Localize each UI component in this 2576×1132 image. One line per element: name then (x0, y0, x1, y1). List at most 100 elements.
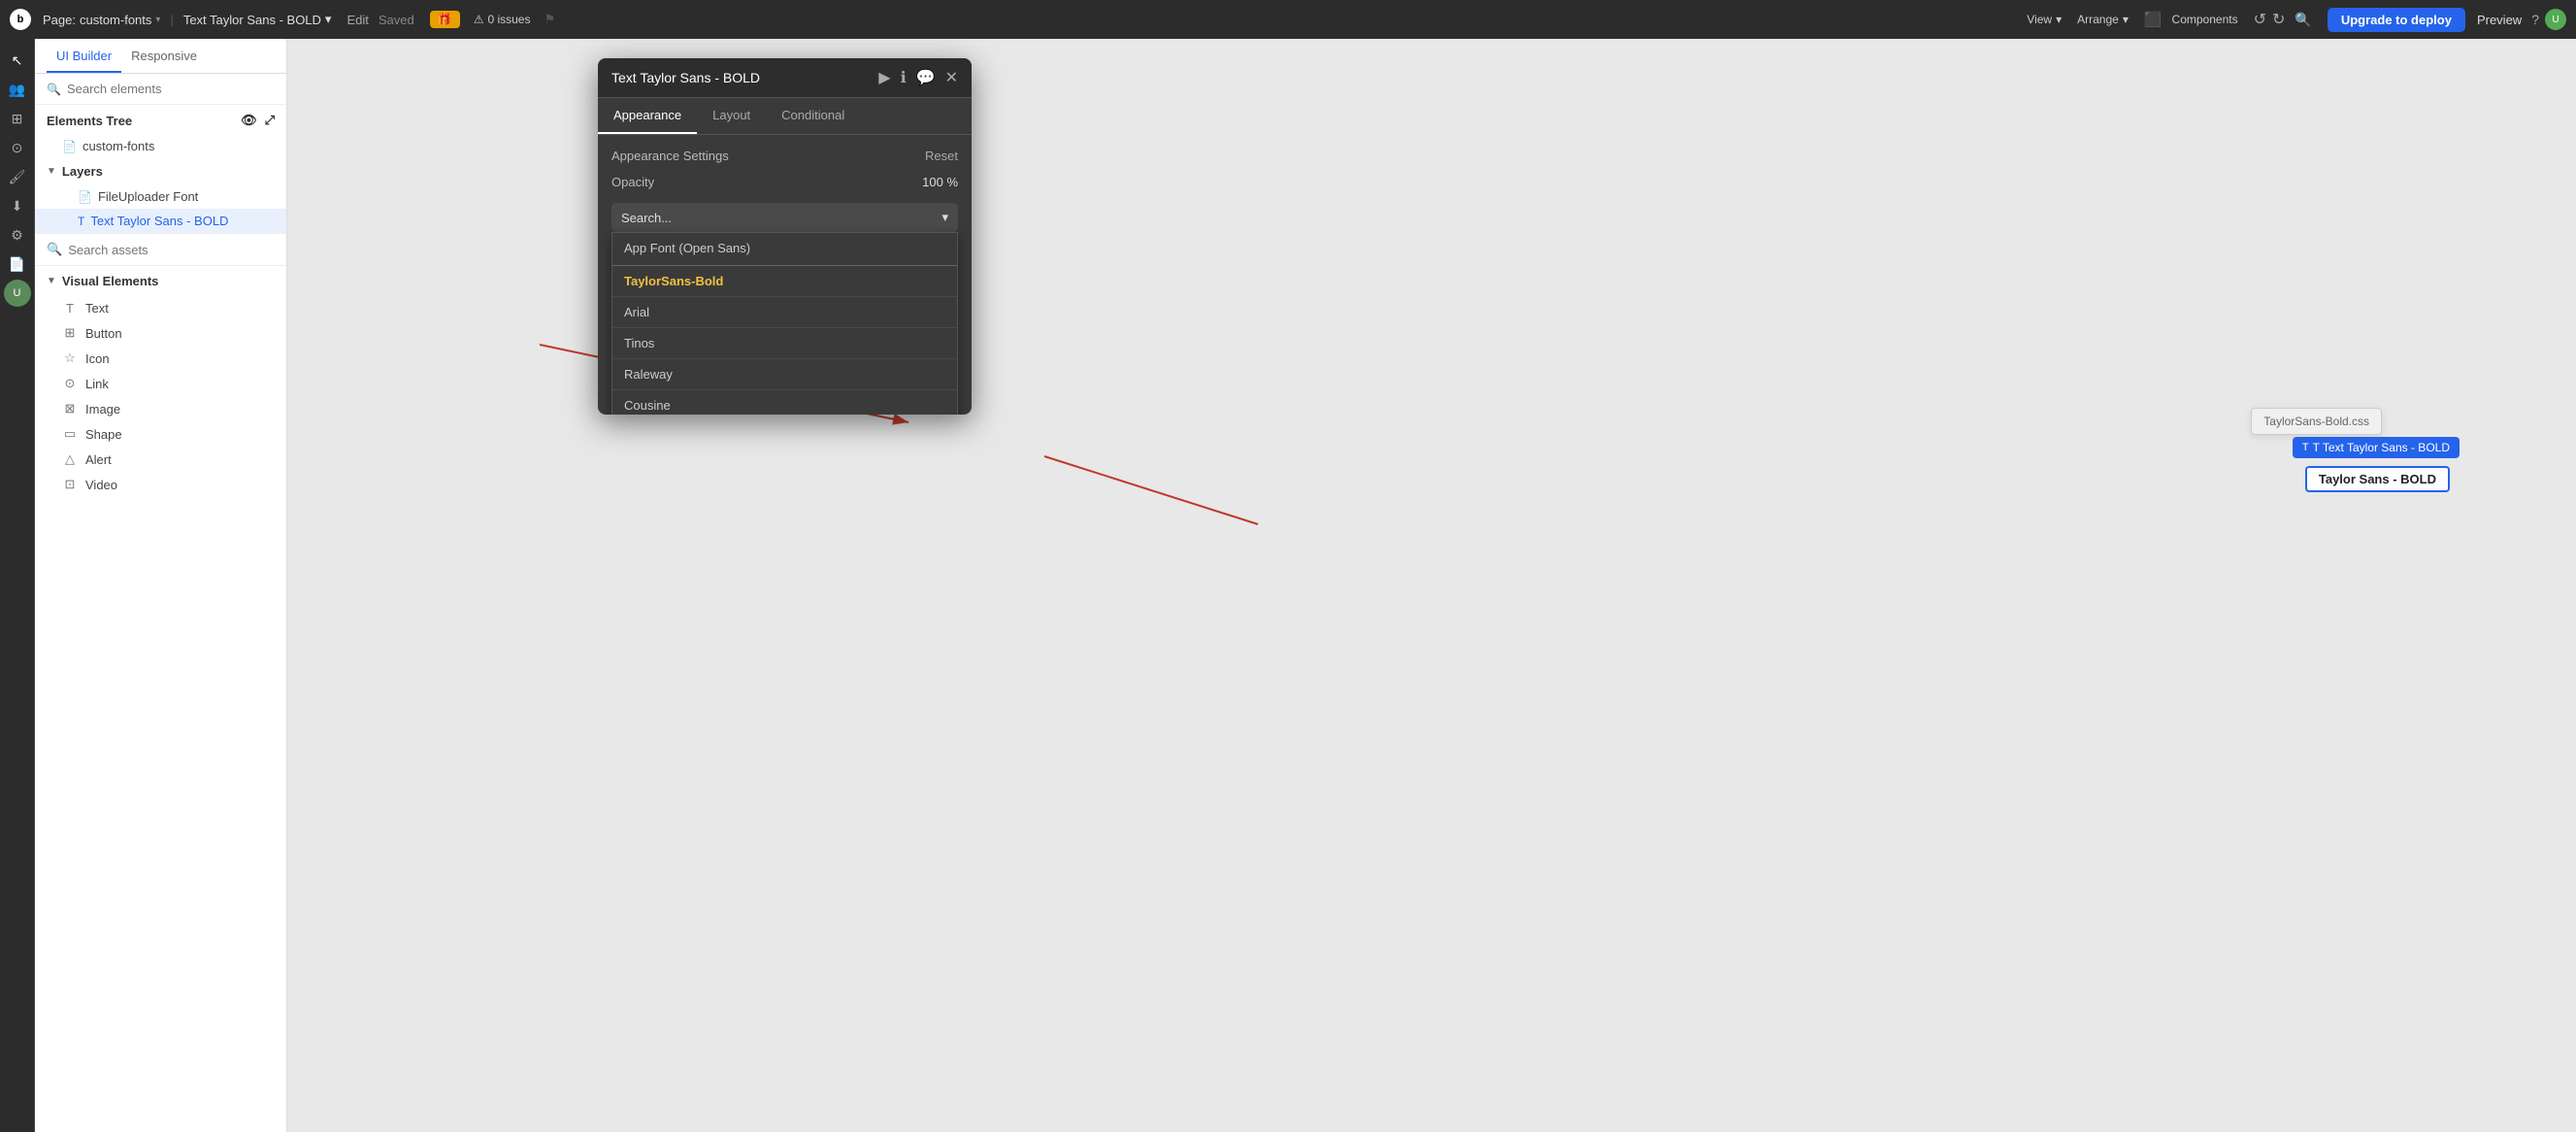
element-item-text[interactable]: TText (35, 296, 286, 320)
canvas-element-type-icon: T (2302, 442, 2309, 453)
expand-icon[interactable]: ⤢ (265, 113, 275, 128)
canvas: Text Taylor Sans - BOLD ▶ ℹ 💬 ✕ Appearan… (287, 39, 2576, 1132)
tab-ui-builder[interactable]: UI Builder (47, 39, 121, 73)
view-menu[interactable]: View ▾ (2027, 13, 2062, 26)
close-icon[interactable]: ✕ (945, 68, 958, 87)
element-item-icon[interactable]: ☆Icon (35, 346, 286, 371)
page-selector[interactable]: Page: custom-fonts ▾ (43, 13, 160, 27)
font-selector: Search... ▾ App Font (Open Sans)TaylorSa… (611, 203, 958, 232)
elements-tree-header: Elements Tree 👁 ⤢ (35, 105, 286, 134)
sidebar-item-docs[interactable]: 📄 (4, 250, 31, 278)
element-item-link[interactable]: ⊙Link (35, 371, 286, 396)
upgrade-button[interactable]: Upgrade to deploy (2328, 8, 2465, 32)
element-item-alert[interactable]: △Alert (35, 447, 286, 472)
app-logo[interactable]: b (10, 9, 31, 30)
canvas-element-badge[interactable]: T T Text Taylor Sans - BOLD (2293, 437, 2460, 458)
elements-tree-label: Elements Tree (47, 114, 132, 128)
link-icon: ⊙ (62, 376, 78, 391)
file-icon: 📄 (62, 140, 77, 153)
reset-button[interactable]: Reset (925, 149, 958, 163)
tree-file-label: custom-fonts (83, 139, 275, 153)
font-option-0[interactable]: App Font (Open Sans) (612, 233, 957, 266)
tree-item-text-element[interactable]: T Text Taylor Sans - BOLD (35, 209, 286, 233)
text-icon: T (62, 301, 78, 316)
sidebar-item-layers[interactable]: ⊞ (4, 105, 31, 132)
tab-responsive[interactable]: Responsive (121, 39, 207, 73)
info-icon[interactable]: ℹ (901, 68, 907, 87)
undo-button[interactable]: ↺ (2254, 10, 2266, 29)
sidebar-item-avatar[interactable]: U (4, 280, 31, 307)
tree-item-file[interactable]: 📄 custom-fonts (35, 134, 286, 158)
issues-button[interactable]: ⚠ 0 issues (474, 13, 531, 26)
gift-icon: 🎁 (438, 13, 452, 26)
font-selector-dropdown: App Font (Open Sans)TaylorSans-BoldArial… (611, 232, 958, 415)
search-button[interactable]: 🔍 (2295, 12, 2311, 28)
gift-button[interactable]: 🎁 (430, 11, 460, 28)
help-button[interactable]: ? (2531, 12, 2539, 27)
font-option-2[interactable]: Arial (612, 297, 957, 328)
appearance-settings-label: Appearance Settings (611, 149, 729, 163)
opacity-value: 100 % (922, 175, 958, 189)
element-item-image[interactable]: ⊠Image (35, 396, 286, 421)
layers-header[interactable]: ▼ Layers (35, 158, 286, 184)
font-option-1[interactable]: TaylorSans-Bold (612, 266, 957, 297)
arrange-label: Arrange (2077, 13, 2119, 26)
layers-arrow-icon: ▼ (47, 166, 56, 177)
left-panel: UI Builder Responsive 🔍 Elements Tree 👁 … (35, 39, 287, 1132)
visual-elements-header[interactable]: ▼ Visual Elements (35, 266, 286, 296)
arrange-menu[interactable]: Arrange ▾ (2077, 13, 2129, 26)
issues-count: 0 issues (487, 13, 530, 26)
tab-appearance[interactable]: Appearance (598, 98, 697, 134)
font-option-4[interactable]: Raleway (612, 359, 957, 390)
modal-header-icons: ▶ ℹ 💬 ✕ (878, 68, 958, 87)
redo-button[interactable]: ↻ (2272, 10, 2285, 29)
components-button[interactable]: Components (2172, 13, 2238, 26)
sidebar-item-brush[interactable]: 🖌 (4, 163, 31, 190)
appearance-settings-row: Appearance Settings Reset (611, 149, 958, 163)
edit-label[interactable]: Edit (347, 13, 368, 27)
search-assets-input[interactable] (68, 243, 275, 257)
eye-icon[interactable]: 👁 (241, 113, 257, 128)
comment-icon[interactable]: 💬 (916, 68, 936, 87)
layers-label: Layers (62, 164, 103, 179)
search-elements-input[interactable] (67, 82, 275, 96)
visual-elements-arrow-icon: ▼ (47, 276, 56, 286)
preview-button[interactable]: Preview (2477, 13, 2522, 27)
font-selector-trigger[interactable]: Search... ▾ (611, 203, 958, 232)
cube-icon: ⬛ (2144, 11, 2163, 28)
element-chevron-icon: ▾ (325, 12, 332, 27)
tab-conditional[interactable]: Conditional (766, 98, 860, 134)
opacity-row: Opacity 100 % (611, 175, 958, 189)
image-icon: ⊠ (62, 401, 78, 416)
alert-icon: △ (62, 451, 78, 467)
font-option-3[interactable]: Tinos (612, 328, 957, 359)
modal-tabs: Appearance Layout Conditional (598, 98, 972, 135)
canvas-file-tooltip-text: TaylorSans-Bold.css (2263, 415, 2369, 428)
modal-body: Appearance Settings Reset Opacity 100 % … (598, 135, 972, 415)
warning-icon: ⚠ (474, 13, 484, 26)
modal-title: Text Taylor Sans - BOLD (611, 70, 760, 85)
topbar: b Page: custom-fonts ▾ | Text Taylor San… (0, 0, 2576, 39)
search-elements-icon: 🔍 (47, 83, 61, 96)
sidebar-item-users[interactable]: 👥 (4, 76, 31, 103)
font-option-5[interactable]: Cousine (612, 390, 957, 415)
elements-tree-icons: 👁 ⤢ (241, 113, 275, 128)
canvas-element-badge-text: T Text Taylor Sans - BOLD (2313, 441, 2450, 454)
fileuploader-icon: 📄 (78, 190, 92, 204)
element-item-shape[interactable]: ▭Shape (35, 421, 286, 447)
canvas-file-tooltip: TaylorSans-Bold.css (2251, 408, 2382, 435)
sidebar-item-plugin[interactable]: ⬇ (4, 192, 31, 219)
play-icon[interactable]: ▶ (878, 68, 890, 87)
sidebar-item-pointer[interactable]: ↖ (4, 47, 31, 74)
tree-item-fileuploader[interactable]: 📄 FileUploader Font (35, 184, 286, 209)
tab-layout[interactable]: Layout (697, 98, 766, 134)
arrange-chevron-icon: ▾ (2123, 13, 2129, 26)
element-selector[interactable]: Text Taylor Sans - BOLD ▾ (183, 12, 332, 27)
element-item-button[interactable]: ⊞Button (35, 320, 286, 346)
page-label: Page: (43, 13, 76, 27)
user-avatar[interactable]: U (2545, 9, 2566, 30)
sidebar-item-settings[interactable]: ⚙ (4, 221, 31, 249)
element-item-video[interactable]: ⊡Video (35, 472, 286, 497)
video-icon: ⊡ (62, 477, 78, 492)
sidebar-item-data[interactable]: ⊙ (4, 134, 31, 161)
